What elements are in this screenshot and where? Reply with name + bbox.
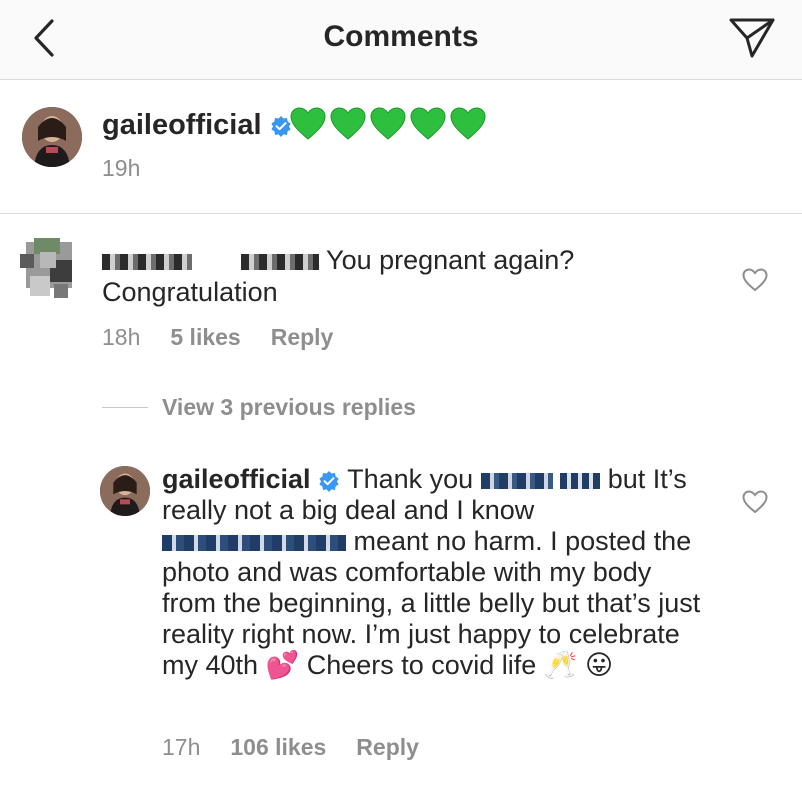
paper-plane-icon: [729, 18, 775, 58]
green-heart-icon: [370, 107, 406, 140]
green-heart-icon: [290, 107, 326, 140]
tongue-face-emoji: 😛: [584, 650, 614, 680]
champagne-glasses-emoji: 🥂: [543, 650, 578, 680]
reply-text-part-1: Thank you: [347, 464, 474, 494]
comment-text: You pregnant again? Congratulation: [102, 244, 702, 308]
reply-timestamp: 17h: [162, 734, 201, 760]
like-heart-icon[interactable]: [742, 268, 768, 292]
reply-username[interactable]: gaileofficial: [162, 464, 311, 494]
green-heart-icon: [450, 107, 486, 140]
divider: [102, 407, 148, 408]
view-replies-button[interactable]: View 3 previous replies: [162, 394, 416, 421]
reply-button[interactable]: Reply: [271, 324, 334, 351]
reply-text-part-4: Cheers to covid life: [306, 650, 537, 680]
redacted-mention: [162, 534, 346, 551]
reply-likes[interactable]: 106 likes: [230, 734, 326, 761]
redacted-mention: [560, 472, 601, 489]
like-heart-icon[interactable]: [742, 490, 768, 514]
avatar[interactable]: [22, 107, 82, 167]
avatar[interactable]: [20, 232, 80, 302]
caption-username[interactable]: gaileofficial: [102, 109, 262, 141]
reply-text: gaileofficial Thank you but It’s really …: [162, 464, 702, 681]
share-button[interactable]: [726, 14, 778, 62]
two-hearts-emoji: 💕: [265, 650, 300, 680]
comment-meta: 18h 5 likes Reply: [102, 324, 333, 351]
caption-username-row: gaileofficial: [102, 109, 292, 142]
comment-timestamp: 18h: [102, 324, 141, 350]
comment-line-1: You pregnant again?: [326, 245, 575, 275]
redacted-mention: [480, 472, 553, 489]
redacted-username: [102, 253, 192, 270]
avatar[interactable]: [100, 466, 150, 516]
top-bar: Comments: [0, 0, 802, 80]
comment-likes[interactable]: 5 likes: [170, 324, 240, 351]
reply-button[interactable]: Reply: [356, 734, 419, 761]
verified-badge-icon: [319, 470, 339, 492]
redacted-mention: [241, 253, 320, 270]
verified-badge-icon: [271, 116, 291, 138]
comment-line-2: Congratulation: [102, 277, 278, 307]
post-caption: gaileofficial 19h: [0, 81, 802, 214]
page-title: Comments: [323, 20, 479, 53]
green-heart-icon: [330, 107, 366, 140]
green-heart-icon: [410, 107, 446, 140]
reply-meta: 17h 106 likes Reply: [162, 734, 419, 761]
caption-timestamp: 19h: [102, 155, 141, 181]
green-hearts-emoji: [290, 107, 486, 141]
